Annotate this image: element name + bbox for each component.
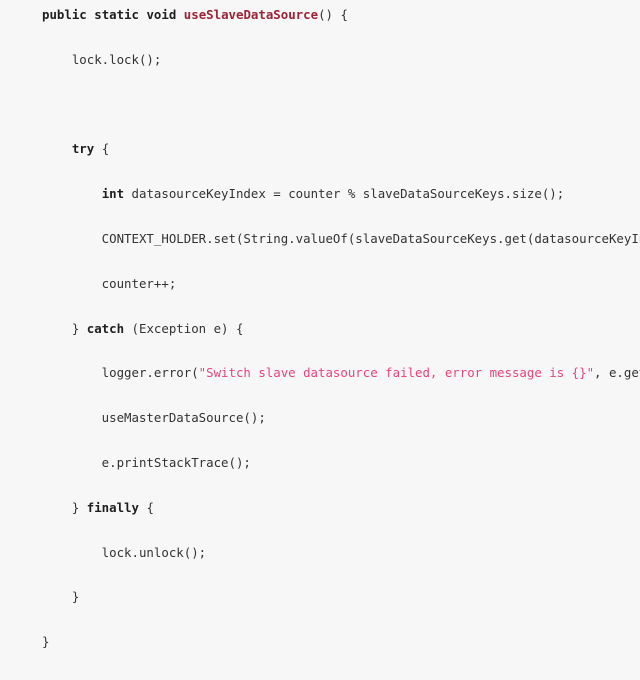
code-viewer[interactable]: public static void useSlaveDataSource() …	[0, 0, 640, 680]
code-token-plain: counter++;	[42, 275, 177, 291]
code-token-plain: }	[42, 320, 87, 336]
code-token-plain: , e.getMessag	[594, 365, 640, 381]
code-line: lock.lock();	[42, 49, 640, 71]
code-token-kw: int	[101, 186, 125, 202]
code-line: counter++;	[42, 273, 640, 295]
code-line: int datasourceKeyIndex = counter % slave…	[42, 183, 640, 205]
code-line: logger.error("Switch slave datasource fa…	[42, 362, 640, 384]
code-token-plain: logger.error(	[42, 365, 199, 381]
code-token-plain: {	[138, 499, 154, 515]
code-line: public static void useSlaveDataSource() …	[42, 4, 640, 26]
code-line: }	[42, 631, 640, 653]
code-token-plain: e.printStackTrace();	[42, 454, 251, 470]
code-token-plain: datasourceKeyIndex = counter % slaveData…	[124, 186, 565, 202]
code-token-kw: public	[42, 7, 87, 22]
code-line: CONTEXT_HOLDER.set(String.valueOf(slaveD…	[42, 228, 640, 250]
code-token-plain: lock.lock();	[42, 51, 162, 67]
code-line: } finally {	[42, 497, 640, 519]
code-token-kw: finally	[86, 499, 139, 515]
code-line: e.printStackTrace();	[42, 452, 640, 474]
code-line: try {	[42, 138, 640, 160]
code-token-kw: static	[94, 7, 139, 22]
code-line: useMasterDataSource();	[42, 407, 640, 429]
code-token-kw: void	[146, 7, 177, 22]
code-line: }	[42, 586, 640, 608]
code-line: } catch (Exception e) {	[42, 318, 640, 340]
code-token-plain: () {	[318, 7, 348, 22]
code-token-plain: }	[42, 499, 87, 515]
code-block[interactable]: public static void useSlaveDataSource() …	[0, 4, 640, 680]
code-token-plain: }	[42, 634, 50, 650]
code-token-plain: lock.unlock();	[42, 544, 207, 560]
code-token-kw: try	[71, 141, 95, 157]
code-token-plain: {	[94, 141, 110, 157]
code-token-str: "Switch slave datasource failed, error m…	[198, 365, 595, 381]
code-token-plain: (Exception e) {	[124, 320, 244, 336]
code-token-plain: useMasterDataSource();	[42, 410, 266, 426]
code-line: lock.unlock();	[42, 542, 640, 564]
code-token-kw: catch	[86, 320, 125, 336]
code-token-plain: }	[42, 589, 80, 605]
code-token-fn: useSlaveDataSource	[183, 7, 319, 22]
code-token-plain: CONTEXT_HOLDER.set(String.valueOf(slaveD…	[42, 230, 640, 246]
